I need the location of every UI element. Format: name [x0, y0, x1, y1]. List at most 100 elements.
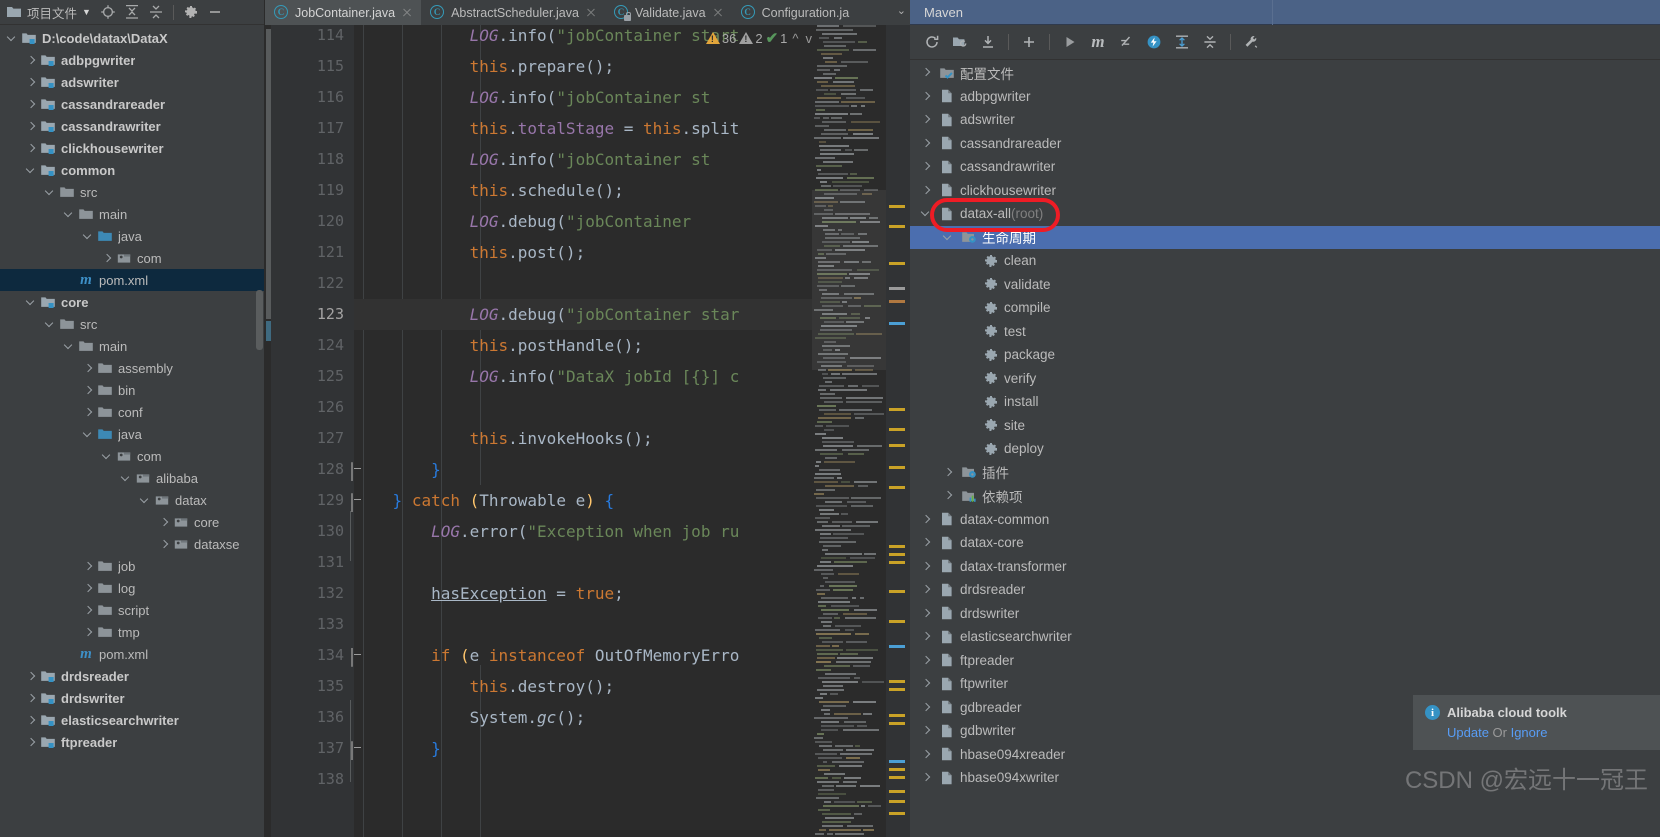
chevron-right-icon[interactable] — [920, 771, 933, 784]
expand-all-icon[interactable] — [1169, 29, 1195, 55]
error-stripe-marker[interactable] — [889, 322, 905, 325]
chevron-right-icon[interactable] — [82, 560, 95, 573]
maven-tree-row[interactable]: datax-transformer — [910, 555, 1660, 579]
line-number[interactable]: 114 — [317, 20, 344, 51]
weak-warning-count[interactable]: 2 — [739, 31, 763, 46]
error-stripe-marker[interactable] — [889, 760, 905, 763]
maven-tree-row[interactable]: verify — [910, 367, 1660, 391]
chevron-down-icon[interactable] — [942, 231, 955, 244]
error-stripe-marker[interactable] — [889, 620, 905, 623]
project-tree-row[interactable]: datax — [0, 489, 264, 511]
line-number[interactable]: 116 — [317, 82, 344, 113]
chevron-right-icon[interactable] — [920, 630, 933, 643]
chevron-down-icon[interactable] — [25, 164, 38, 177]
maven-tree-row[interactable]: site — [910, 414, 1660, 438]
close-tab-icon[interactable] — [712, 7, 724, 19]
project-tree-row[interactable]: assembly — [0, 357, 264, 379]
maven-tree-row[interactable]: 插件 — [910, 461, 1660, 485]
project-tree-row[interactable]: java — [0, 423, 264, 445]
warning-count[interactable]: 36 — [705, 31, 736, 46]
maven-tree-row[interactable]: elasticsearchwriter — [910, 625, 1660, 649]
maven-toolbar[interactable]: m — [910, 25, 1660, 60]
maven-tree-row[interactable]: drdsreader — [910, 578, 1660, 602]
error-stripe-marker[interactable] — [889, 812, 905, 815]
chevron-down-icon[interactable] — [120, 472, 133, 485]
error-stripe-marker[interactable] — [889, 287, 905, 290]
chevron-right-icon[interactable] — [25, 736, 38, 749]
chevron-right-icon[interactable] — [920, 607, 933, 620]
error-stripe-marker[interactable] — [889, 408, 905, 411]
line-number[interactable]: 120 — [317, 206, 344, 237]
maven-settings-icon[interactable] — [1238, 29, 1264, 55]
project-tree-row[interactable]: cassandrareader — [0, 93, 264, 115]
project-tree-row[interactable]: main — [0, 335, 264, 357]
chevron-right-icon[interactable] — [82, 626, 95, 639]
maven-tree-row[interactable]: test — [910, 320, 1660, 344]
hide-panel-icon[interactable] — [204, 1, 226, 23]
project-tree-row[interactable]: D:\code\datax\DataX — [0, 27, 264, 49]
chevron-right-icon[interactable] — [920, 536, 933, 549]
project-tree-row[interactable]: common — [0, 159, 264, 181]
line-number[interactable]: 133 — [317, 609, 344, 640]
chevron-right-icon[interactable] — [920, 137, 933, 150]
maven-tree-row[interactable]: 配置文件 — [910, 61, 1660, 85]
project-tree-row[interactable]: com — [0, 247, 264, 269]
maven-tree-row[interactable]: datax-core — [910, 531, 1660, 555]
project-tree-row[interactable]: adbpgwriter — [0, 49, 264, 71]
chevron-down-icon[interactable] — [101, 450, 114, 463]
chevron-right-icon[interactable] — [101, 252, 114, 265]
error-stripe-marker[interactable] — [889, 225, 905, 228]
line-number[interactable]: 118 — [317, 144, 344, 175]
chevron-right-icon[interactable] — [25, 670, 38, 683]
error-stripe-marker[interactable] — [889, 486, 905, 489]
project-tree-row[interactable]: java — [0, 225, 264, 247]
chevron-right-icon[interactable] — [920, 513, 933, 526]
error-stripe-marker[interactable] — [889, 553, 905, 556]
collapse-all-icon[interactable] — [1197, 29, 1223, 55]
run-icon[interactable] — [1057, 29, 1083, 55]
maven-tree-row[interactable]: 生命周期 — [910, 225, 1660, 249]
chevron-down-icon[interactable] — [82, 230, 95, 243]
notification-popup[interactable]: i Alibaba cloud toolk Update Or Ignore — [1413, 695, 1660, 750]
error-stripe-marker[interactable] — [889, 800, 905, 803]
error-stripe-marker[interactable] — [889, 680, 905, 683]
project-tree-row[interactable]: adswriter — [0, 71, 264, 93]
line-number[interactable]: 135 — [317, 671, 344, 702]
maven-tree-row[interactable]: package — [910, 343, 1660, 367]
line-number[interactable]: 131 — [317, 547, 344, 578]
chevron-down-icon[interactable] — [6, 32, 19, 45]
error-stripe-marker[interactable] — [889, 545, 905, 548]
line-number[interactable]: 115 — [317, 51, 344, 82]
line-number[interactable]: 117 — [317, 113, 344, 144]
chevron-right-icon[interactable] — [920, 701, 933, 714]
chevron-right-icon[interactable] — [25, 76, 38, 89]
project-tree-row[interactable]: job — [0, 555, 264, 577]
error-stripe-marker[interactable] — [889, 561, 905, 564]
error-stripe-marker[interactable] — [889, 790, 905, 793]
chevron-down-icon[interactable] — [44, 318, 57, 331]
chevron-right-icon[interactable] — [158, 516, 171, 529]
error-stripe-marker[interactable] — [889, 444, 905, 447]
chevron-down-icon[interactable] — [139, 494, 152, 507]
project-tree-row[interactable]: script — [0, 599, 264, 621]
close-tab-icon[interactable] — [585, 7, 597, 19]
chevron-right-icon[interactable] — [920, 724, 933, 737]
error-stripe-marker[interactable] — [889, 590, 905, 593]
line-number[interactable]: 127 — [317, 423, 344, 454]
minimap-viewport[interactable] — [812, 190, 886, 370]
chevron-right-icon[interactable] — [82, 362, 95, 375]
error-stripe-marker[interactable] — [889, 645, 905, 648]
chevron-right-icon[interactable] — [158, 538, 171, 551]
line-number[interactable]: 130 — [317, 516, 344, 547]
error-stripe-marker[interactable] — [889, 205, 905, 208]
line-number[interactable]: 126 — [317, 392, 344, 423]
maven-tree-row[interactable]: datax-all (root) — [910, 202, 1660, 226]
maven-tree-row[interactable]: deploy — [910, 437, 1660, 461]
maven-tree-row[interactable]: ftpwriter — [910, 672, 1660, 696]
error-stripe-marker[interactable] — [889, 714, 905, 717]
error-stripe-marker[interactable] — [889, 776, 905, 779]
project-tree-row[interactable]: conf — [0, 401, 264, 423]
toggle-skip-tests-icon[interactable] — [1113, 29, 1139, 55]
maven-tree-row[interactable]: adswriter — [910, 108, 1660, 132]
project-tree-row[interactable]: clickhousewriter — [0, 137, 264, 159]
